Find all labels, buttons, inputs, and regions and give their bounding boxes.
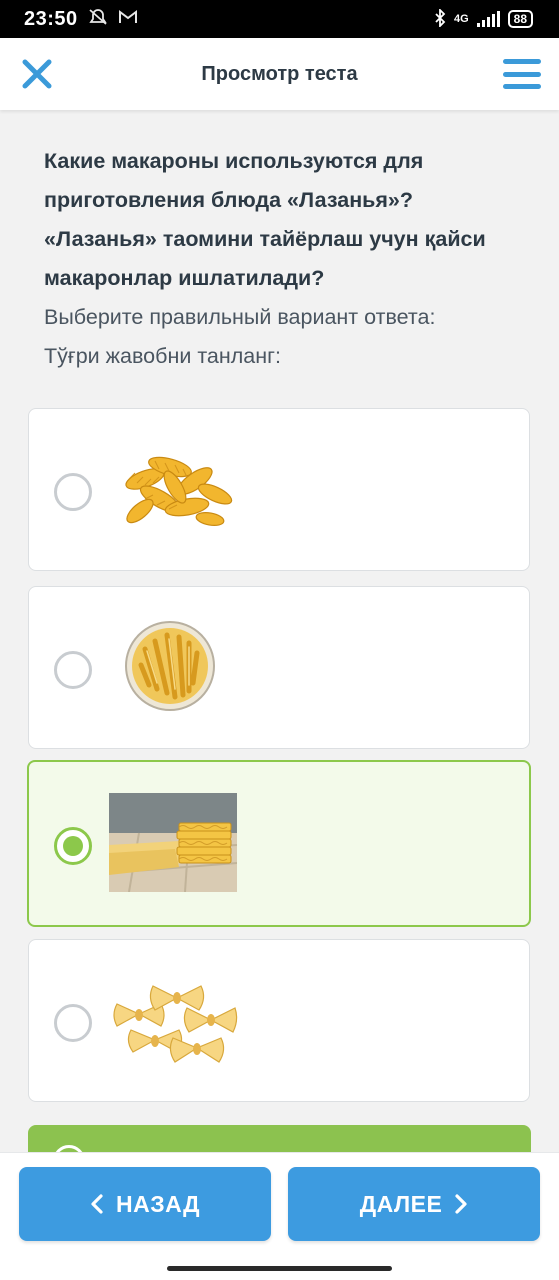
menu-button[interactable] [503, 56, 541, 92]
status-right: 4G 88 [434, 7, 533, 30]
instruction-uz: Тўғри жавобни танланг: [44, 344, 281, 368]
answer-option-2[interactable] [28, 586, 530, 749]
question-text-uz: «Лазанья» таомини тайёрлаш учун қайси ма… [44, 227, 486, 290]
network-type: 4G [453, 13, 469, 25]
next-button-label: ДАЛЕЕ [359, 1190, 443, 1217]
battery-icon: 88 [507, 10, 533, 28]
gmail-icon [118, 9, 138, 30]
menu-icon-bar [503, 71, 541, 77]
lasagna-sheets-image [109, 793, 237, 892]
status-bar: 23:50 4G 88 [0, 0, 559, 38]
radio-selected-dot [63, 836, 83, 856]
battery-level: 88 [513, 12, 527, 26]
status-time: 23:50 [24, 7, 78, 30]
back-button-label: НАЗАД [116, 1190, 200, 1217]
page-title: Просмотр теста [201, 62, 358, 85]
radio-button[interactable] [54, 1004, 92, 1042]
back-button[interactable]: НАЗАД [19, 1167, 271, 1241]
chevron-right-icon [455, 1194, 467, 1214]
farfalle-pasta-image [113, 985, 238, 1063]
close-button[interactable] [18, 55, 56, 93]
answer-option-1[interactable] [28, 408, 530, 571]
menu-icon-bar [503, 84, 541, 89]
answer-option-4[interactable] [28, 939, 530, 1102]
signal-icon [476, 11, 500, 27]
bluetooth-icon [434, 7, 446, 30]
answer-option-3[interactable] [27, 760, 531, 927]
question: Какие макароны используются для приготов… [44, 142, 524, 376]
home-indicator [167, 1266, 392, 1271]
bottom-navigation: НАЗАД ДАЛЕЕ [0, 1152, 559, 1280]
instruction-ru: Выберите правильный вариант ответа: [44, 305, 436, 329]
chevron-left-icon [91, 1194, 103, 1214]
radio-button[interactable] [54, 651, 92, 689]
menu-icon-bar [503, 59, 541, 64]
penne-pasta-bowl-image [125, 621, 215, 711]
app-header: Просмотр теста [0, 38, 559, 110]
fusilli-pasta-image [125, 456, 233, 526]
radio-button[interactable] [54, 473, 92, 511]
status-left: 23:50 [24, 8, 138, 31]
close-icon [22, 59, 52, 89]
next-button[interactable]: ДАЛЕЕ [288, 1167, 540, 1241]
mute-icon [88, 8, 108, 31]
question-text-ru: Какие макароны используются для приготов… [44, 149, 424, 212]
radio-button-selected[interactable] [54, 827, 92, 865]
